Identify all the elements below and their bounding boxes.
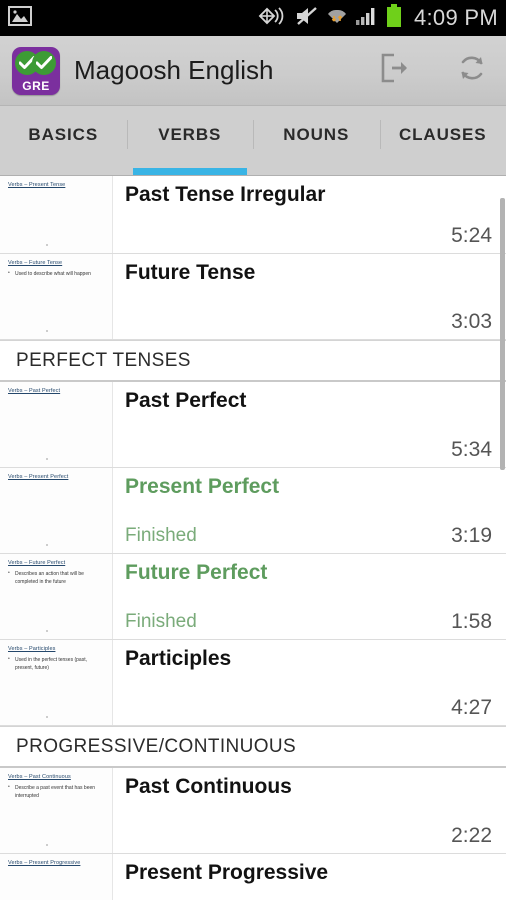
lesson-duration: 5:34: [451, 438, 492, 461]
tab-nouns[interactable]: NOUNS: [253, 106, 380, 175]
logout-icon: [377, 51, 411, 90]
app-icon: GRE: [12, 46, 60, 95]
tab-bar: BASICS VERBS NOUNS CLAUSES: [0, 106, 506, 176]
refresh-icon: [455, 51, 489, 90]
battery-icon: [386, 3, 402, 33]
action-bar-buttons: [374, 49, 492, 93]
tab-label: NOUNS: [283, 124, 350, 144]
tab-label: VERBS: [158, 124, 222, 144]
slide-thumbnail-marker: [46, 330, 48, 332]
slide-thumbnail: Verbs – Future Tense Used to describe wha…: [0, 254, 113, 339]
lesson-row[interactable]: Verbs – Past Perfect Past Perfect 5:34: [0, 382, 506, 468]
tab-active-indicator: [386, 168, 501, 175]
slide-thumbnail: Verbs – Participles Used in the perfect t…: [0, 640, 113, 725]
section-header-label: PROGRESSIVE/CONTINUOUS: [16, 735, 297, 757]
signal-icon: [355, 5, 379, 32]
lesson-row[interactable]: Verbs – Future Perfect Describes an actio…: [0, 554, 506, 640]
lesson-title: Past Continuous: [125, 775, 292, 798]
lesson-row[interactable]: Verbs – Present Progressive Present Progr…: [0, 854, 506, 900]
slide-thumbnail: Verbs – Past Perfect: [0, 382, 113, 467]
slide-thumbnail-bullet: Describes an action that will be complet…: [8, 570, 106, 586]
slide-thumbnail-marker: [46, 544, 48, 546]
lesson-row[interactable]: Verbs – Past Continuous Describe a past e…: [0, 768, 506, 854]
slide-thumbnail-marker: [46, 630, 48, 632]
lesson-title: Future Perfect: [125, 561, 268, 584]
status-bar-clock: 4:09 PM: [413, 5, 498, 30]
lesson-row[interactable]: Verbs – Future Tense Used to describe wha…: [0, 254, 506, 340]
tab-active-indicator: [259, 168, 374, 175]
lesson-row-body: Present Progressive: [113, 854, 506, 900]
lesson-title: Participles: [125, 647, 232, 670]
slide-thumbnail-marker: [46, 458, 48, 460]
lesson-duration: 2:22: [451, 824, 492, 847]
check-circle-icon: [32, 50, 56, 75]
slide-thumbnail: Verbs – Present Tense: [0, 176, 113, 253]
lesson-row-body: Future Perfect Finished 1:58: [113, 554, 506, 639]
tab-active-indicator: [132, 168, 247, 175]
app-title: Magoosh English: [74, 55, 274, 85]
refresh-button[interactable]: [452, 49, 492, 93]
lesson-title: Past Perfect: [125, 389, 247, 412]
vibrate-icon: [258, 5, 288, 32]
slide-thumbnail-bullet: Describe a past event that has been inte…: [8, 784, 106, 800]
tab-active-indicator: [6, 168, 121, 175]
lesson-row[interactable]: Verbs – Present Perfect Present Perfect Fi…: [0, 468, 506, 554]
tab-verbs[interactable]: VERBS: [126, 106, 254, 175]
slide-thumbnail: Verbs – Future Perfect Describes an actio…: [0, 554, 113, 639]
status-bar-right: 4:09 PM: [258, 3, 498, 33]
wifi-icon: [326, 5, 348, 32]
section-header: PERFECT TENSES: [0, 340, 506, 382]
slide-thumbnail-title: Verbs – Present Tense: [8, 182, 66, 188]
slide-thumbnail-title: Verbs – Future Tense: [8, 260, 63, 266]
slide-thumbnail-marker: [46, 244, 48, 246]
lesson-title: Future Tense: [125, 261, 256, 284]
lesson-row-body: Present Perfect Finished 3:19: [113, 468, 506, 553]
lesson-row-body: Past Continuous 2:22: [113, 768, 506, 853]
lesson-row[interactable]: Verbs – Participles Used in the perfect t…: [0, 640, 506, 726]
image-icon: [8, 5, 32, 31]
slide-thumbnail: Verbs – Past Continuous Describe a past e…: [0, 768, 113, 853]
section-header: PROGRESSIVE/CONTINUOUS: [0, 726, 506, 768]
logout-button[interactable]: [374, 49, 414, 93]
lesson-status: Finished: [125, 525, 197, 546]
lesson-duration: 3:19: [451, 524, 492, 547]
tab-basics[interactable]: BASICS: [0, 106, 127, 175]
lesson-title: Past Tense Irregular: [125, 183, 326, 206]
slide-thumbnail-bullet: Used in the perfect tenses (past, presen…: [8, 656, 106, 672]
scrollbar-thumb[interactable]: [500, 198, 505, 470]
lesson-duration: 4:27: [451, 696, 492, 719]
tab-clauses[interactable]: CLAUSES: [379, 106, 506, 175]
slide-thumbnail-title: Verbs – Past Continuous: [8, 774, 71, 780]
slide-thumbnail: Verbs – Present Perfect: [0, 468, 113, 553]
lesson-row-body: Past Perfect 5:34: [113, 382, 506, 467]
slide-thumbnail-title: Verbs – Future Perfect: [8, 560, 66, 566]
slide-thumbnail-title: Verbs – Present Progressive: [8, 860, 81, 866]
slide-thumbnail-marker: [46, 844, 48, 846]
status-bar: 4:09 PM: [0, 0, 506, 36]
lesson-row-body: Participles 4:27: [113, 640, 506, 725]
lesson-title: Present Perfect: [125, 475, 280, 498]
lesson-row-body: Future Tense 3:03: [113, 254, 506, 339]
lesson-status: Finished: [125, 611, 197, 632]
slide-thumbnail-bullet: Used to describe what will happen: [8, 270, 106, 279]
section-header-label: PERFECT TENSES: [16, 349, 191, 371]
app-icon-label: GRE: [22, 78, 50, 93]
lesson-list[interactable]: Verbs – Present Tense Past Tense Irregula…: [0, 176, 506, 900]
lesson-duration: 5:24: [451, 224, 492, 247]
lesson-title: Present Progressive: [125, 861, 329, 884]
mute-icon: [295, 5, 319, 32]
action-bar: GRE Magoosh English: [0, 36, 506, 106]
tab-label: CLAUSES: [398, 124, 487, 144]
slide-thumbnail-marker: [46, 716, 48, 718]
lesson-row-body: Past Tense Irregular 5:24: [113, 176, 506, 253]
slide-thumbnail-title: Verbs – Present Perfect: [8, 474, 69, 480]
tab-label: BASICS: [28, 124, 99, 144]
slide-thumbnail: Verbs – Present Progressive: [0, 854, 113, 900]
lesson-duration: 1:58: [451, 610, 492, 633]
slide-thumbnail-title: Verbs – Participles: [8, 646, 56, 652]
lesson-row[interactable]: Verbs – Present Tense Past Tense Irregula…: [0, 176, 506, 254]
lesson-duration: 3:03: [451, 310, 492, 333]
status-bar-left: [8, 5, 32, 31]
slide-thumbnail-title: Verbs – Past Perfect: [8, 388, 61, 394]
